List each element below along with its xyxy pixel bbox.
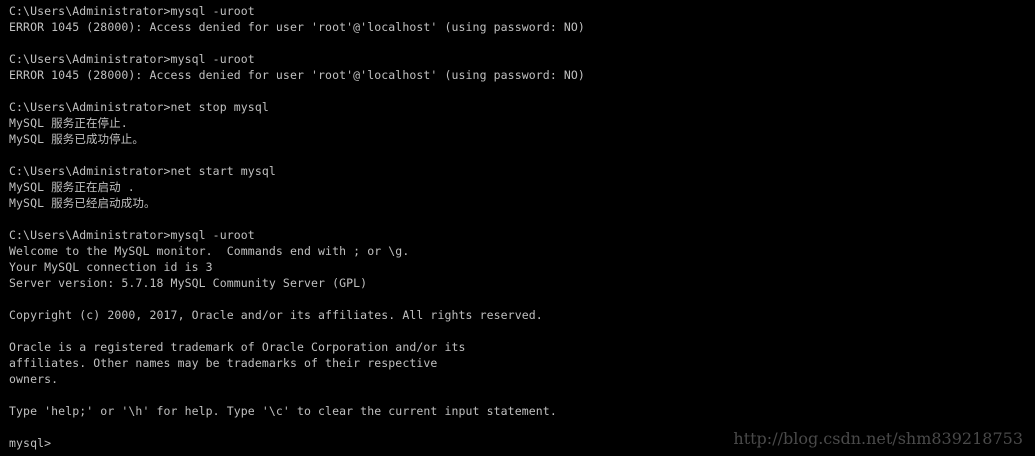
terminal-line-7: C:\Users\Administrator>net stop mysql [9, 100, 269, 114]
terminal-line-9: MySQL 服务已成功停止。 [9, 132, 144, 146]
terminal-line-5: ERROR 1045 (28000): Access denied for us… [9, 68, 585, 82]
terminal-line-14 [9, 211, 1035, 227]
terminal-window[interactable]: C:\Users\Administrator>mysql -uroot ERRO… [0, 0, 1035, 456]
watermark-url: http://blog.csdn.net/shm839218753 [733, 429, 1023, 448]
terminal-line-13: MySQL 服务已经启动成功。 [9, 196, 156, 210]
terminal-line-12: MySQL 服务正在启动 . [9, 180, 135, 194]
terminal-line-2: ERROR 1045 (28000): Access denied for us… [9, 20, 585, 34]
terminal-line-16: Welcome to the MySQL monitor. Commands e… [9, 244, 410, 258]
terminal-line-26: Type 'help;' or '\h' for help. Type '\c'… [9, 404, 557, 418]
terminal-line-4: C:\Users\Administrator>mysql -uroot [9, 52, 255, 66]
terminal-line-20: Copyright (c) 2000, 2017, Oracle and/or … [9, 308, 543, 322]
terminal-line-24: owners. [9, 372, 59, 386]
terminal-line-10 [9, 147, 1035, 163]
terminal-line-18: Server version: 5.7.18 MySQL Community S… [9, 276, 368, 290]
terminal-line-1: C:\Users\Administrator>mysql -uroot [9, 4, 255, 18]
terminal-line-22: Oracle is a registered trademark of Orac… [9, 340, 466, 354]
terminal-line-23: affiliates. Other names may be trademark… [9, 356, 438, 370]
terminal-line-25 [9, 387, 1035, 403]
terminal-line-19 [9, 291, 1035, 307]
terminal-line-21 [9, 323, 1035, 339]
terminal-line-3 [9, 35, 1035, 51]
terminal-line-15: C:\Users\Administrator>mysql -uroot [9, 228, 255, 242]
terminal-line-6 [9, 83, 1035, 99]
terminal-line-17: Your MySQL connection id is 3 [9, 260, 213, 274]
terminal-line-11: C:\Users\Administrator>net start mysql [9, 164, 276, 178]
terminal-line-8: MySQL 服务正在停止. [9, 116, 128, 130]
